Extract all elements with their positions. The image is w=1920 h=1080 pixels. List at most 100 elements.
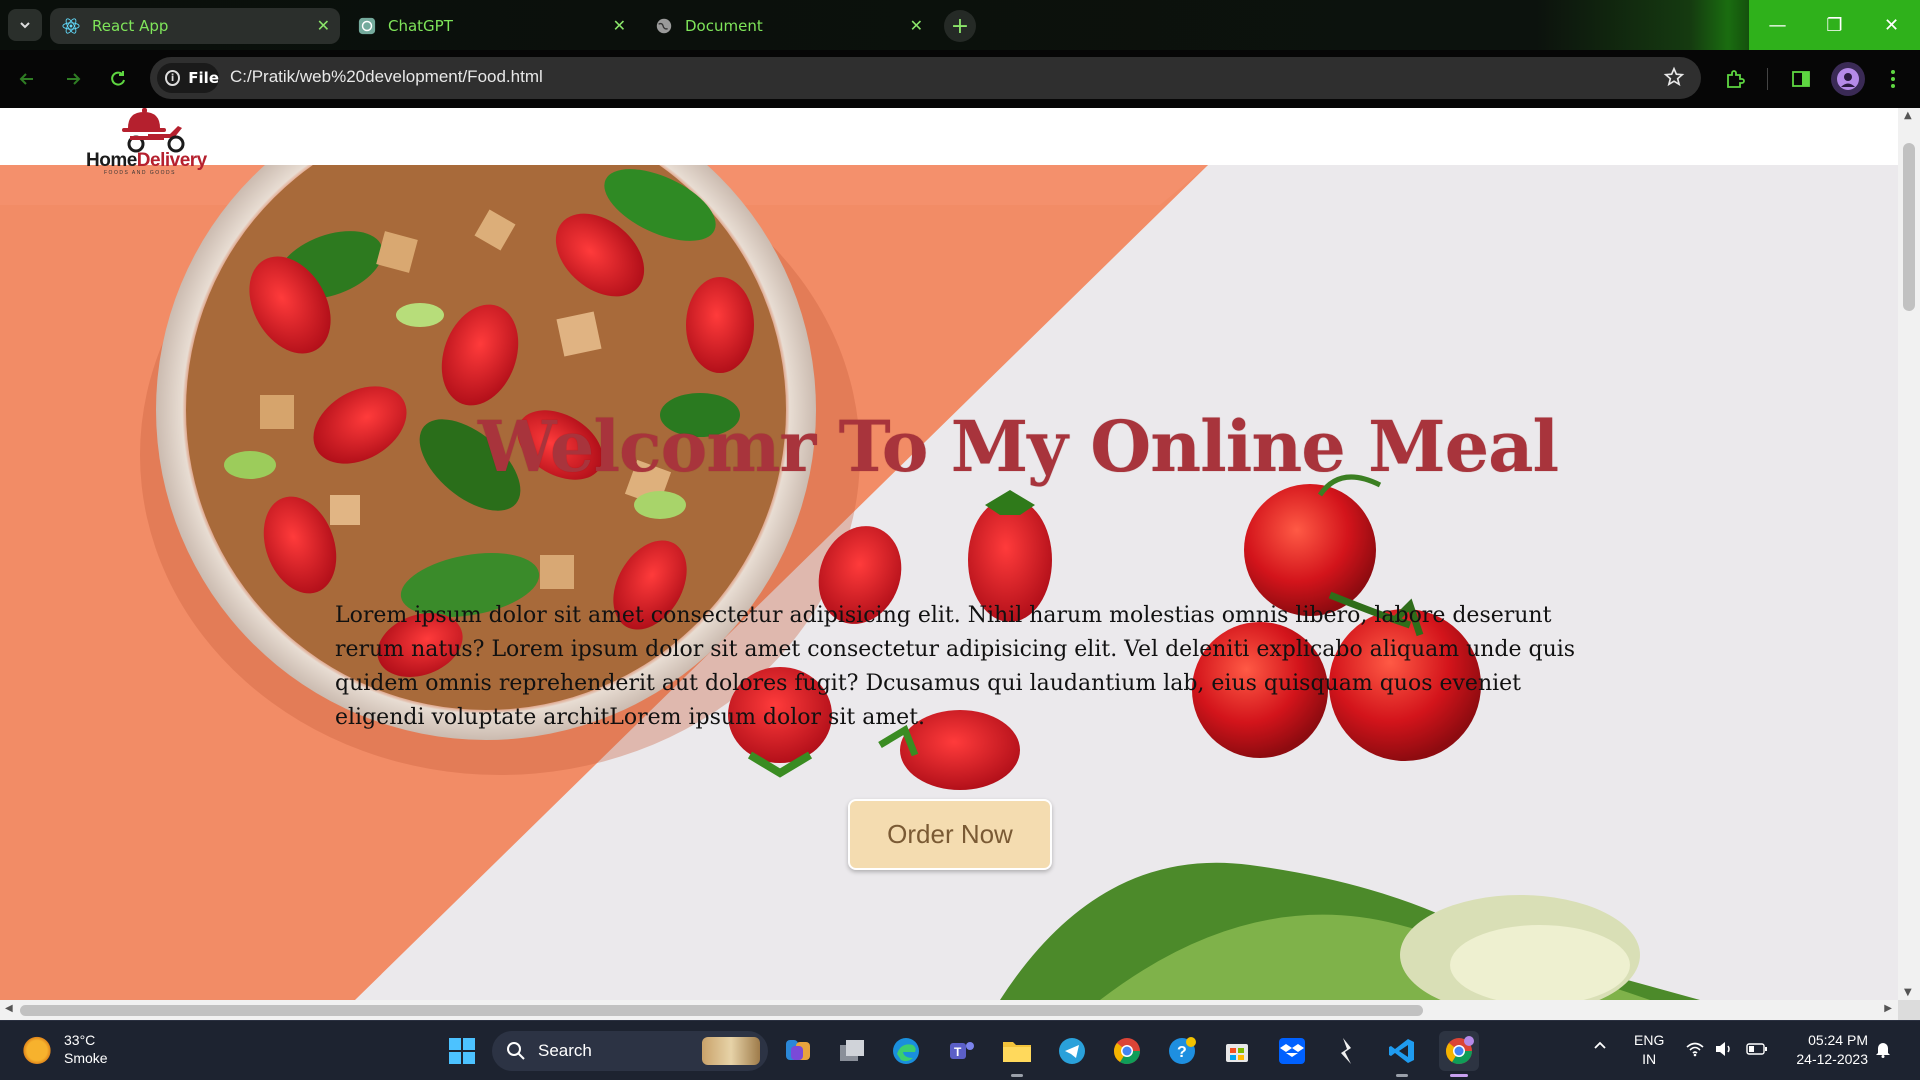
scroll-up-arrow[interactable]: ▲ xyxy=(1904,110,1912,121)
side-panel-icon xyxy=(1792,71,1810,87)
weather-condition: Smoke xyxy=(64,1050,108,1066)
address-bar[interactable]: i File C:/Pratik/web%20development/Food.… xyxy=(150,57,1701,99)
scroll-down-arrow[interactable]: ▼ xyxy=(1904,987,1912,998)
copilot-icon[interactable] xyxy=(780,1033,816,1069)
help-icon[interactable]: ? xyxy=(1164,1033,1200,1069)
dropbox-icon[interactable] xyxy=(1274,1033,1310,1069)
bookmark-star-icon[interactable] xyxy=(1663,66,1685,92)
back-button[interactable] xyxy=(12,64,42,94)
reload-button[interactable] xyxy=(103,64,133,94)
arrow-left-icon xyxy=(19,73,33,85)
hero-description: Lorem ipsum dolor sit amet consectetur a… xyxy=(335,603,1576,730)
arrow-right-icon xyxy=(67,73,81,85)
chrome-profile-icon[interactable] xyxy=(1439,1031,1479,1071)
horizontal-scrollbar[interactable]: ◀ ▶ xyxy=(0,1000,1898,1020)
vertical-scroll-thumb[interactable] xyxy=(1903,143,1915,311)
microsoft-store-icon[interactable] xyxy=(1219,1033,1255,1069)
site-chip-label: File xyxy=(188,69,219,87)
close-icon[interactable]: ✕ xyxy=(613,16,626,35)
search-icon xyxy=(507,1042,525,1060)
taskbar-search[interactable]: Search xyxy=(492,1031,768,1071)
tab-title: Document xyxy=(685,17,763,35)
puzzle-icon xyxy=(1727,70,1745,88)
hero-title: Welcomr To My Online Meal xyxy=(478,405,1559,488)
search-label: Search xyxy=(538,1041,592,1060)
region-code: IN xyxy=(1642,1051,1657,1067)
minimize-button[interactable]: — xyxy=(1749,0,1806,50)
language-code: ENG xyxy=(1634,1032,1665,1048)
tab-document[interactable]: Document ✕ xyxy=(643,8,933,44)
order-now-button[interactable]: Order Now xyxy=(848,799,1052,870)
close-window-button[interactable]: ✕ xyxy=(1863,0,1920,50)
windows-logo-icon xyxy=(449,1038,475,1064)
hero-section: Welcomr To My Online Meal Lorem ipsum do… xyxy=(0,165,1898,1000)
chevron-down-icon xyxy=(20,22,30,29)
new-tab-button[interactable]: + xyxy=(944,10,976,42)
forward-button[interactable] xyxy=(58,64,88,94)
wifi-icon[interactable] xyxy=(1685,1041,1705,1062)
volume-icon[interactable] xyxy=(1714,1041,1734,1062)
start-button[interactable] xyxy=(444,1033,480,1069)
reload-icon xyxy=(111,71,125,86)
page-viewport: HomeDelivery FOODS AND GOODS Welcomr To … xyxy=(0,108,1898,1000)
telegram-icon[interactable] xyxy=(1054,1033,1090,1069)
task-view-icon[interactable] xyxy=(834,1033,870,1069)
search-highlight-icon xyxy=(702,1037,760,1065)
notifications-bell-icon[interactable] xyxy=(1874,1040,1892,1063)
tab-strip: React App ✕ ChatGPT ✕ Document ✕ + — ❐ ✕ xyxy=(0,0,1920,50)
weather-widget[interactable]: 33°C Smoke xyxy=(22,1031,108,1067)
more-vertical-icon xyxy=(1891,70,1895,88)
active-app-indicator xyxy=(1450,1074,1468,1077)
horizontal-scroll-thumb[interactable] xyxy=(20,1005,1423,1016)
edge-icon[interactable] xyxy=(888,1033,924,1069)
battery-icon[interactable] xyxy=(1746,1042,1768,1061)
chrome-icon[interactable] xyxy=(1109,1033,1145,1069)
site-header: HomeDelivery FOODS AND GOODS xyxy=(0,108,1898,176)
language-indicator[interactable]: ENG IN xyxy=(1634,1031,1664,1069)
avatar-icon xyxy=(1837,68,1859,90)
clock-time: 05:24 PM xyxy=(1808,1032,1868,1048)
tab-chatgpt[interactable]: ChatGPT ✕ xyxy=(346,8,636,44)
active-app-indicator xyxy=(1011,1074,1023,1077)
hero-food-image xyxy=(0,165,1898,1000)
close-icon[interactable]: ✕ xyxy=(910,16,923,35)
teams-icon[interactable]: T xyxy=(943,1033,979,1069)
info-icon: i xyxy=(165,70,181,86)
file-explorer-icon[interactable] xyxy=(999,1033,1035,1069)
clock-date: 24-12-2023 xyxy=(1796,1051,1868,1067)
scroll-left-arrow[interactable]: ◀ xyxy=(5,1003,13,1014)
site-logo[interactable]: HomeDelivery FOODS AND GOODS xyxy=(86,108,222,178)
logo-tagline: FOODS AND GOODS xyxy=(104,170,176,176)
extensions-button[interactable] xyxy=(1720,64,1750,94)
restore-button[interactable]: ❐ xyxy=(1806,0,1863,50)
windows-taskbar: 33°C Smoke Search T ? ENG IN 05:24 PM 24… xyxy=(0,1020,1920,1080)
vscode-icon[interactable] xyxy=(1384,1033,1420,1069)
close-icon[interactable]: ✕ xyxy=(317,16,330,35)
vertical-scrollbar[interactable]: ▲ ▼ xyxy=(1898,108,1920,1000)
show-hidden-icons[interactable] xyxy=(1592,1037,1608,1058)
react-icon xyxy=(62,17,80,35)
scrollbar-corner xyxy=(1898,1000,1920,1020)
clock[interactable]: 05:24 PM 24-12-2023 xyxy=(1784,1031,1868,1069)
active-app-indicator xyxy=(1396,1074,1408,1077)
scooter-logo-icon xyxy=(122,108,185,153)
url-text[interactable]: C:/Pratik/web%20development/Food.html xyxy=(230,67,543,87)
side-panel-button[interactable] xyxy=(1786,64,1816,94)
toolbar-divider xyxy=(1767,68,1768,90)
chatgpt-icon xyxy=(358,17,376,35)
globe-icon xyxy=(655,17,673,35)
logo-wordmark: HomeDelivery xyxy=(86,150,207,171)
tab-title: React App xyxy=(92,17,169,35)
scroll-right-arrow[interactable]: ▶ xyxy=(1884,1003,1892,1014)
svg-text:T: T xyxy=(954,1045,962,1059)
menu-button[interactable] xyxy=(1878,64,1908,94)
terminal-app-icon[interactable] xyxy=(1329,1033,1365,1069)
profile-avatar[interactable] xyxy=(1831,62,1865,96)
weather-sun-icon xyxy=(22,1034,52,1064)
weather-temp: 33°C xyxy=(64,1032,96,1048)
browser-toolbar: i File C:/Pratik/web%20development/Food.… xyxy=(0,50,1920,108)
tab-react-app[interactable]: React App ✕ xyxy=(50,8,340,44)
chevron-up-icon xyxy=(1594,1041,1606,1049)
tab-search-button[interactable] xyxy=(8,9,42,41)
site-info-chip[interactable]: i File xyxy=(157,63,219,93)
